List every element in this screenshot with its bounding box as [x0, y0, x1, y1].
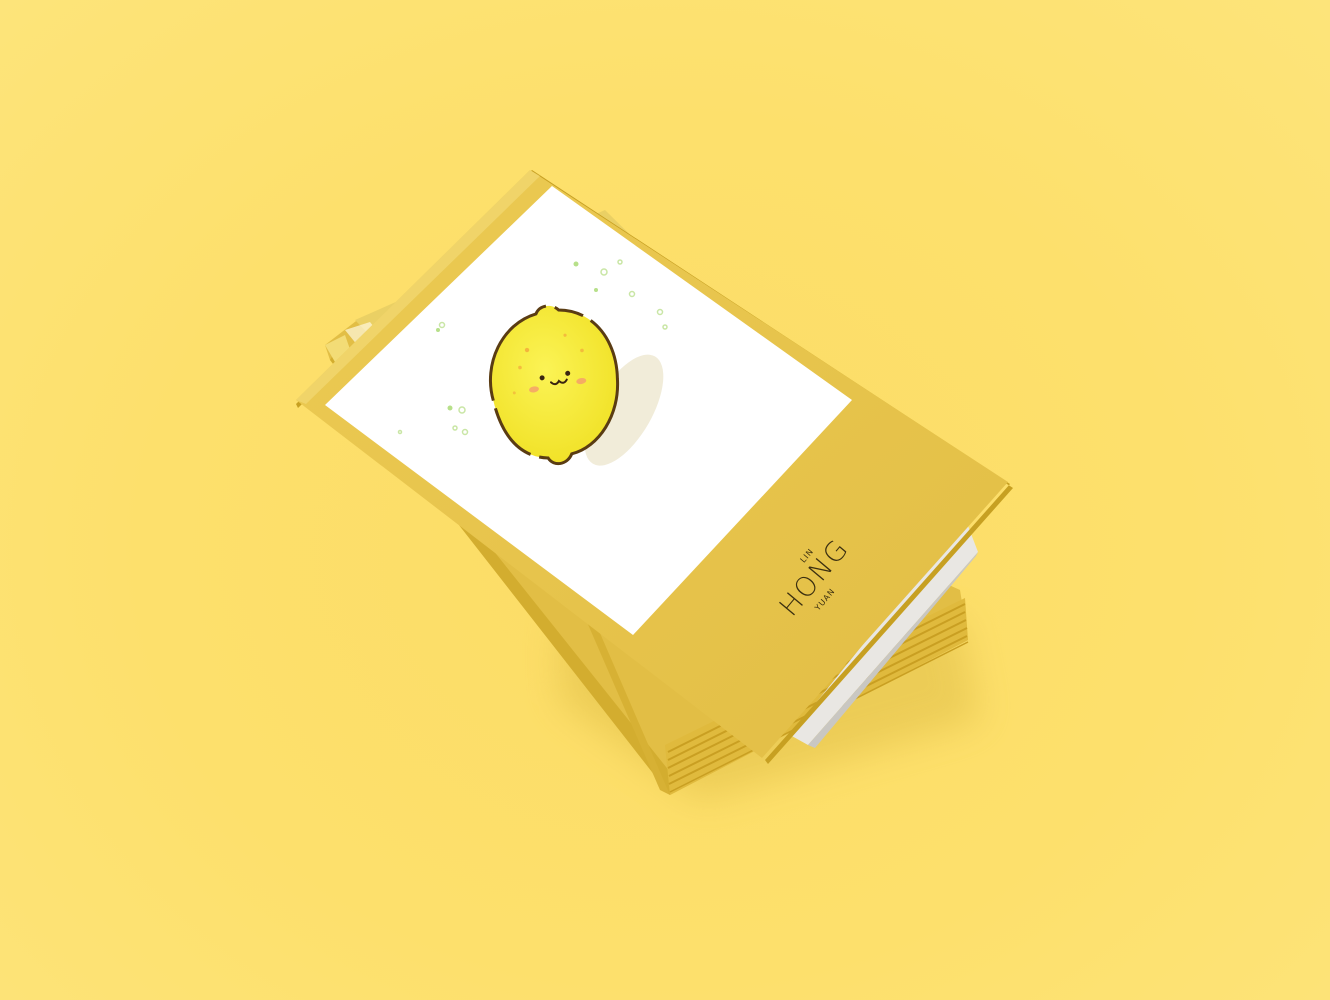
mockup-scene: LIN HONG YUAN: [0, 0, 1330, 1000]
business-card-stack: LIN HONG YUAN: [296, 170, 1013, 800]
